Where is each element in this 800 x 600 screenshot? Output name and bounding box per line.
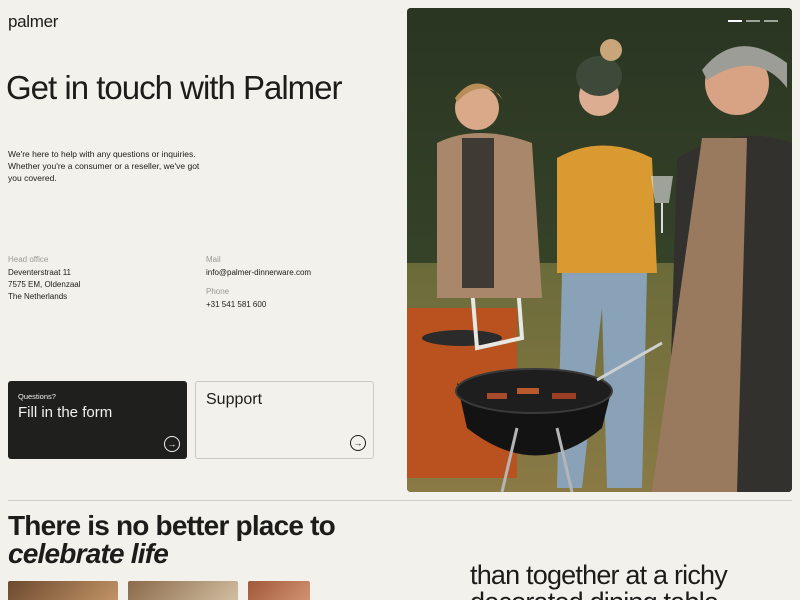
head-office-label: Head office: [8, 255, 49, 264]
hero-subtitle: We're here to help with any questions or…: [8, 149, 200, 183]
support-card-title: Support: [206, 391, 263, 408]
address-line: Deventerstraat 11: [8, 268, 71, 277]
slide-indicators: [728, 20, 778, 22]
support-card[interactable]: Support →: [195, 381, 374, 459]
section-headline-text: There is no better place to: [8, 510, 336, 541]
hero-photo: [407, 8, 792, 492]
page-title: Get in touch with Palmer: [6, 69, 342, 106]
address-line: 7575 EM, Oldenzaal: [8, 280, 81, 289]
gallery-thumbnail[interactable]: [128, 581, 238, 600]
section-divider: [8, 500, 792, 501]
mail-link[interactable]: info@palmer-dinnerware.com: [206, 267, 311, 279]
form-card-title: Fill in the form: [18, 404, 113, 421]
arrow-right-icon[interactable]: →: [164, 436, 180, 452]
bbq-people-image: [407, 8, 792, 492]
gallery-thumbnail[interactable]: [8, 581, 118, 600]
mail-label: Mail: [206, 255, 221, 264]
mail-block: Mail info@palmer-dinnerware.com: [206, 255, 311, 279]
section-tagline: than together at a richy decorated dinin…: [470, 560, 728, 600]
head-office-block: Head office Deventerstraat 11 7575 EM, O…: [8, 255, 81, 303]
phone-link[interactable]: +31 541 581 600: [206, 299, 266, 311]
address-line: The Netherlands: [8, 292, 68, 301]
fill-form-card[interactable]: Questions? Fill in the form →: [8, 381, 187, 459]
slide-dot[interactable]: [746, 20, 760, 22]
form-card-kicker: Questions?: [18, 392, 56, 401]
section-headline-italic: celebrate life: [8, 538, 169, 569]
phone-block: Phone +31 541 581 600: [206, 287, 266, 311]
slide-dot[interactable]: [728, 20, 742, 22]
section-headline: There is no better place to celebrate li…: [8, 510, 336, 569]
phone-label: Phone: [206, 287, 230, 296]
gallery-thumbnail[interactable]: [248, 581, 310, 600]
palmer-logo[interactable]: palmer: [8, 12, 58, 32]
arrow-right-icon[interactable]: →: [350, 435, 366, 451]
slide-dot[interactable]: [764, 20, 778, 22]
